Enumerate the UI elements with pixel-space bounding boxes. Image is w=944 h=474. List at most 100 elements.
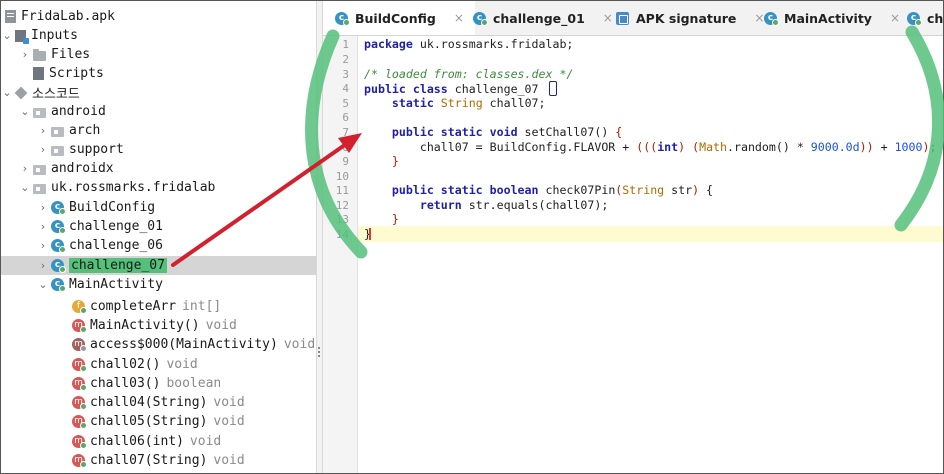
- class-icon: c: [473, 11, 488, 26]
- tree-item-method[interactable]: m MainActivity() void: [1, 316, 316, 335]
- chevron-down-icon[interactable]: ⌄: [1, 29, 13, 42]
- tab-challenge-01[interactable]: c challenge_01 ×: [463, 1, 618, 35]
- chevron-right-icon[interactable]: ›: [37, 239, 49, 252]
- keyword: return: [419, 198, 462, 212]
- member-name: chall07(String): [90, 453, 208, 468]
- line-number: 8: [342, 141, 349, 154]
- code-text: challenge_07: [447, 82, 546, 96]
- code-text: str.equals(chall07);: [461, 198, 609, 212]
- tree-item-label: support: [69, 142, 124, 157]
- line-number: 4: [342, 82, 349, 95]
- chevron-right-icon[interactable]: ›: [37, 201, 49, 214]
- tree-item-label: android: [51, 104, 106, 119]
- tree-item-field[interactable]: f completeArr int[]: [1, 297, 316, 316]
- package-icon: [51, 145, 64, 156]
- chevron-right-icon[interactable]: ›: [37, 220, 49, 233]
- tree-item-files[interactable]: › Files: [1, 45, 316, 64]
- tree-item-support[interactable]: › support: [1, 140, 316, 159]
- tree-item-root[interactable]: FridaLab.apk: [1, 7, 316, 26]
- tree-item-package[interactable]: ⌄ uk.rossmarks.fridalab: [1, 178, 316, 197]
- member-type: void: [189, 434, 222, 449]
- brace: {: [615, 125, 623, 139]
- member-type: void: [213, 395, 245, 410]
- method-icon: m: [72, 396, 87, 410]
- line-number: 11: [335, 184, 349, 197]
- tab-mainactivity[interactable]: c MainActivity ×: [758, 1, 909, 35]
- chevron-down-icon[interactable]: ⌄: [37, 278, 49, 291]
- tree-item-scripts[interactable]: Scripts: [1, 64, 316, 83]
- line-number: 5: [342, 97, 349, 110]
- line-number: 10: [335, 170, 349, 183]
- tab-label: APK signature: [636, 10, 737, 26]
- code-text: check07Pin: [538, 183, 616, 197]
- method-icon: m: [72, 377, 87, 391]
- number-literal: 9000.0d: [810, 140, 860, 154]
- tab-buildconfig[interactable]: c BuildConfig ×: [323, 1, 475, 35]
- code-text: ;: [929, 140, 937, 154]
- splitter-grip-icon[interactable]: [318, 347, 320, 359]
- line-number: 1: [342, 38, 349, 51]
- chevron-right-icon[interactable]: ›: [37, 124, 49, 137]
- chevron-down-icon[interactable]: ⌄: [19, 181, 31, 194]
- keyword: public static boolean: [391, 183, 539, 197]
- tab-challenge-overflow[interactable]: c cha: [901, 1, 943, 35]
- tree-item-method[interactable]: m chall02() void: [1, 355, 316, 374]
- tree-item-source-code[interactable]: ⌄ 소스코드: [1, 83, 316, 102]
- chevron-right-icon[interactable]: ›: [37, 259, 49, 272]
- tree-item-androidx[interactable]: › androidx: [1, 159, 316, 178]
- tree-item-method[interactable]: m chall05(String) void: [1, 412, 316, 431]
- pane-splitter[interactable]: [316, 1, 323, 473]
- code-text: chall07 = BuildConfig.FLAVOR +: [419, 140, 637, 154]
- tree-item-method[interactable]: m chall06(int) void: [1, 432, 316, 451]
- close-icon[interactable]: ×: [890, 11, 900, 25]
- chevron-right-icon[interactable]: ›: [19, 162, 31, 175]
- app-window: FridaLab.apk ⌄ Inputs › Files Scripts ⌄ …: [0, 0, 944, 474]
- method-icon: m: [72, 338, 87, 352]
- tree-item-method[interactable]: m access$000(MainActivity) void: [1, 335, 316, 354]
- code-line-9: }: [364, 154, 399, 168]
- tree-item-class[interactable]: ⌄ c MainActivity: [1, 275, 316, 294]
- class-icon: c: [51, 201, 66, 215]
- line-number: 14: [335, 228, 349, 241]
- chevron-right-icon[interactable]: ›: [19, 48, 31, 61]
- type-name: String: [433, 96, 483, 110]
- tree-item-label: 소스코드: [32, 87, 80, 102]
- tab-apk-signature[interactable]: APK signature ×: [608, 1, 766, 35]
- tree-item-class[interactable]: › c challenge_06: [1, 236, 316, 255]
- tree-item-method[interactable]: m chall04(String) void: [1, 393, 316, 412]
- line-number: 3: [342, 68, 349, 81]
- package-icon: [51, 126, 64, 137]
- tree-item-method[interactable]: m chall03() boolean: [1, 374, 316, 393]
- brace: }: [391, 212, 399, 226]
- chevron-down-icon[interactable]: ⌄: [1, 86, 13, 99]
- tree-item-label: uk.rossmarks.fridalab: [51, 180, 216, 195]
- tree-item-class[interactable]: › c challenge_01: [1, 217, 316, 236]
- code-line-12: return str.equals(chall07);: [364, 198, 608, 212]
- keyword: package: [364, 37, 413, 51]
- tree-item-method[interactable]: m chall07(String) void: [1, 451, 316, 470]
- tree-item-label: BuildConfig: [69, 200, 156, 215]
- tree-item-android[interactable]: ⌄ android: [1, 102, 316, 121]
- code-editor[interactable]: 1 2 3 4 5 6 7 8 9 10 11 12 13 14 package…: [323, 36, 943, 473]
- apk-file-icon: [5, 10, 16, 23]
- line-number: 7: [342, 126, 349, 139]
- line-number: 6: [342, 111, 349, 124]
- method-icon: m: [72, 415, 87, 429]
- folder-icon: [33, 48, 46, 61]
- tab-label: MainActivity: [784, 10, 872, 26]
- package-icon: [33, 164, 46, 175]
- tree-item-inputs[interactable]: ⌄ Inputs: [1, 26, 316, 45]
- tree-item-label: MainActivity: [69, 277, 163, 292]
- chevron-right-icon[interactable]: ›: [37, 143, 49, 156]
- member-type: boolean: [166, 376, 222, 391]
- tree-item-label: Scripts: [49, 66, 104, 81]
- tree-item-class[interactable]: › c BuildConfig: [1, 198, 316, 217]
- code-line-8: chall07 = BuildConfig.FLAVOR + (((int) (…: [364, 140, 937, 154]
- brace: }: [391, 154, 399, 168]
- class-icon: c: [764, 11, 779, 26]
- tree-item-arch[interactable]: › arch: [1, 121, 316, 140]
- chevron-down-icon[interactable]: ⌄: [19, 105, 31, 118]
- code-line-7: public static void setChall07() {: [364, 125, 622, 139]
- project-tree: FridaLab.apk ⌄ Inputs › Files Scripts ⌄ …: [1, 1, 316, 473]
- tree-item-class-selected[interactable]: › c challenge_07: [1, 256, 316, 275]
